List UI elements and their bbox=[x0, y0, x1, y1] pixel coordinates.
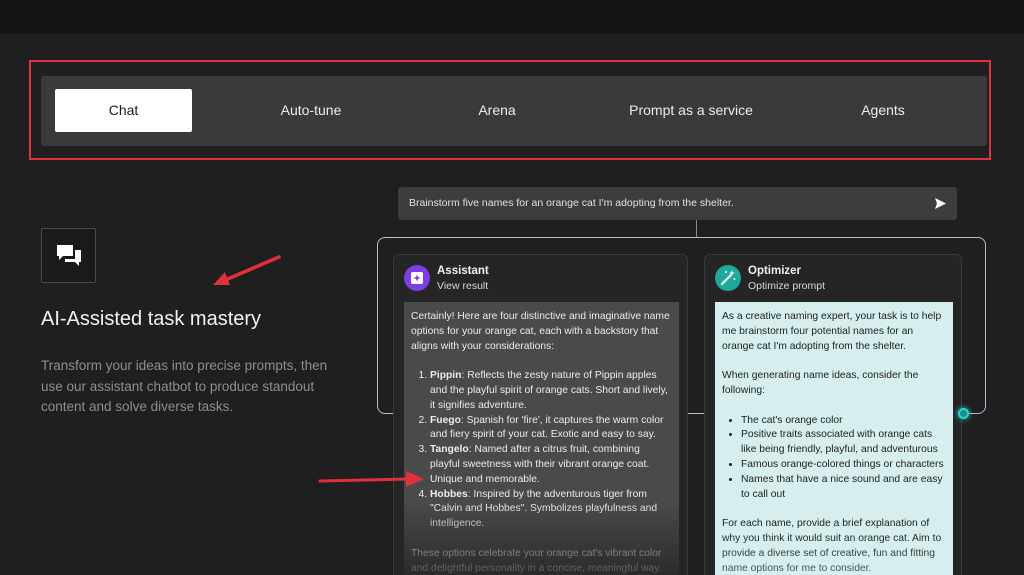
optimizer-subtitle[interactable]: Optimize prompt bbox=[748, 280, 825, 292]
feature-title: AI-Assisted task mastery bbox=[41, 308, 262, 330]
optimizer-title: Optimizer bbox=[748, 265, 802, 277]
optimizer-outro: For each name, provide a brief explanati… bbox=[722, 518, 942, 574]
list-item: Pippin: Reflects the zesty nature of Pip… bbox=[430, 369, 672, 413]
list-item: The cat's orange color bbox=[741, 414, 946, 429]
feature-description: Transform your ideas into precise prompt… bbox=[41, 358, 328, 414]
list-item: Hobbes: Inspired by the adventurous tige… bbox=[430, 488, 672, 532]
assistant-intro: Certainly! Here are four distinctive and… bbox=[411, 311, 670, 352]
annotation-arrow-icon bbox=[318, 471, 424, 487]
annotation-highlight-box bbox=[29, 60, 991, 160]
optimizer-bullet-list: The cat's orange color Positive traits a… bbox=[741, 414, 946, 503]
optimizer-card: Optimizer Optimize prompt As a creative … bbox=[704, 254, 962, 575]
assistant-card: Assistant View result Certainly! Here ar… bbox=[393, 254, 688, 575]
prompt-input-bar[interactable]: Brainstorm five names for an orange cat … bbox=[398, 187, 957, 220]
connector-line bbox=[696, 220, 697, 238]
connector-dot bbox=[958, 408, 969, 419]
optimizer-prompt: As a creative naming expert, your task i… bbox=[715, 302, 953, 575]
optimizer-icon bbox=[715, 265, 741, 291]
assistant-response: Certainly! Here are four distinctive and… bbox=[404, 302, 679, 575]
list-item: Positive traits associated with orange c… bbox=[741, 428, 946, 458]
assistant-name-list: Pippin: Reflects the zesty nature of Pip… bbox=[430, 369, 672, 532]
assistant-title: Assistant bbox=[437, 265, 489, 277]
top-strip bbox=[0, 0, 1024, 34]
send-icon[interactable] bbox=[934, 197, 947, 210]
list-item: Fuego: Spanish for 'fire', it captures t… bbox=[430, 414, 672, 444]
chat-bubbles-icon bbox=[41, 228, 96, 283]
list-item: Famous orange-colored things or characte… bbox=[741, 458, 946, 473]
assistant-subtitle[interactable]: View result bbox=[437, 280, 488, 292]
optimizer-intro: As a creative naming expert, your task i… bbox=[722, 311, 942, 352]
annotation-arrow-icon bbox=[213, 255, 281, 285]
assistant-outro: These options celebrate your orange cat'… bbox=[411, 547, 662, 574]
list-item: Names that have a nice sound and are eas… bbox=[741, 473, 946, 503]
assistant-icon bbox=[404, 265, 430, 291]
prompt-text: Brainstorm five names for an orange cat … bbox=[409, 197, 734, 209]
list-item: Tangelo: Named after a citrus fruit, com… bbox=[430, 443, 672, 487]
optimizer-lead: When generating name ideas, consider the… bbox=[722, 370, 919, 396]
